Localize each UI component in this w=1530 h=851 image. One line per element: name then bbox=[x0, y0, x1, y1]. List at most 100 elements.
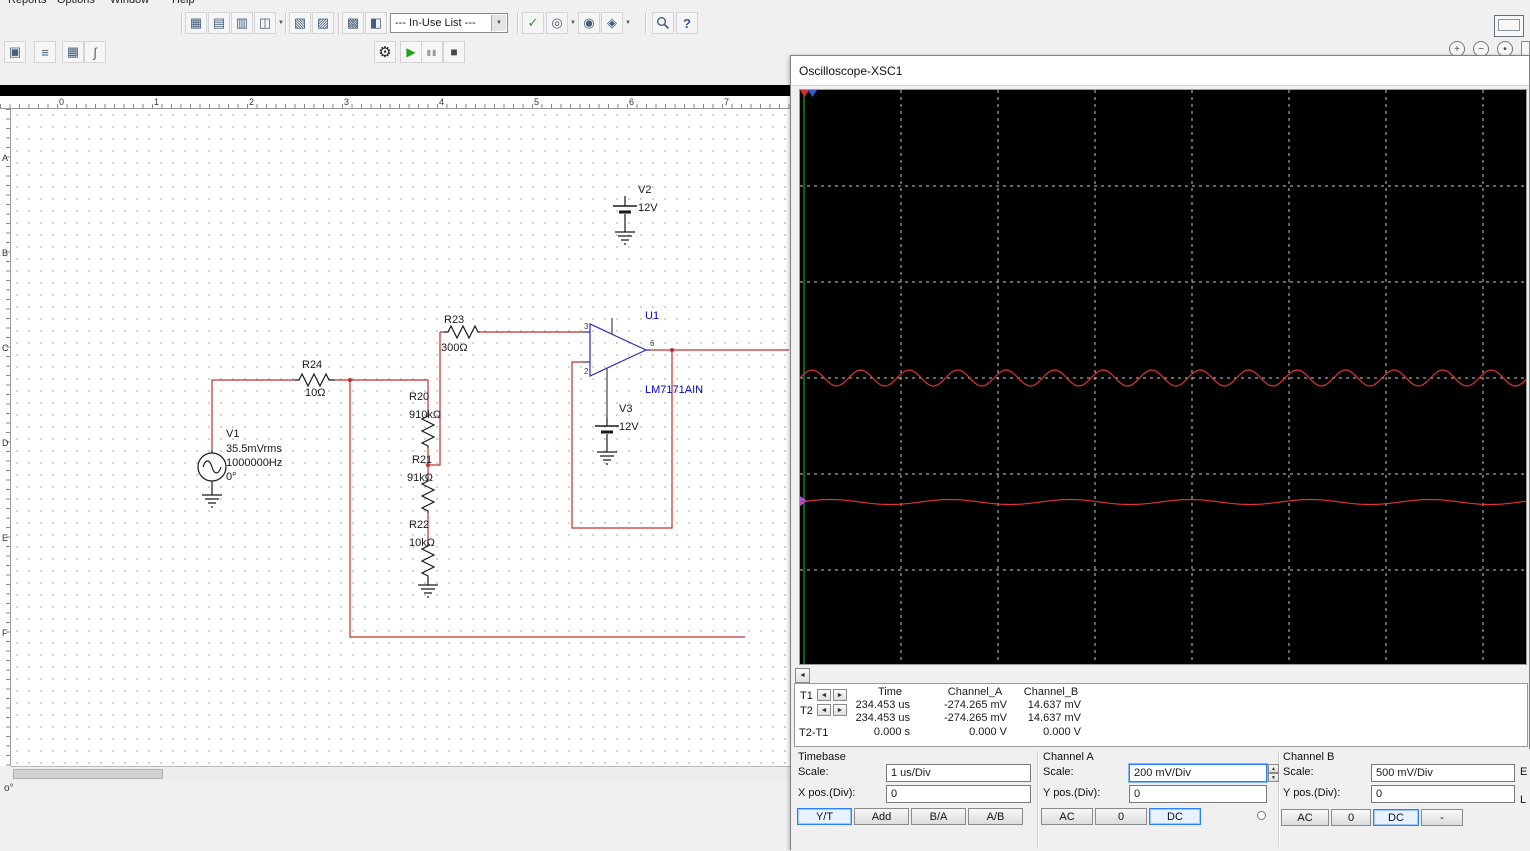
component-value[interactable]: 910kΩ bbox=[409, 409, 441, 421]
component-value[interactable]: LM7171AIN bbox=[645, 384, 703, 396]
probe-dropdown-icon[interactable]: ▼ bbox=[570, 20, 576, 26]
resistor-symbol-r23[interactable] bbox=[444, 324, 480, 340]
probe-settings-icon[interactable]: ✓ bbox=[522, 12, 544, 34]
channel-b-minus-button[interactable]: - bbox=[1421, 809, 1463, 826]
spreadsheet-view-icon[interactable]: ▥ bbox=[231, 12, 253, 34]
channel-a-ypos-input[interactable]: 0 bbox=[1129, 785, 1267, 803]
menu-reports[interactable]: Reports bbox=[8, 0, 47, 6]
run-simulation-button[interactable]: ▶ bbox=[400, 41, 422, 63]
t2-left-button[interactable]: ◄ bbox=[817, 704, 831, 716]
component-label[interactable]: U1 bbox=[645, 310, 659, 322]
component-wizard-icon[interactable]: ▦ bbox=[185, 12, 207, 34]
component-value[interactable]: 0° bbox=[226, 471, 237, 483]
power-probe-icon[interactable]: ◈ bbox=[601, 12, 623, 34]
oscilloscope-window[interactable]: Oscilloscope-XSC1 ◄ T1 ◄ ► T2 ◄ ► T2-T1 … bbox=[790, 55, 1530, 851]
component-label[interactable]: R23 bbox=[444, 314, 464, 326]
opamp-triangle[interactable] bbox=[589, 323, 648, 377]
component-label[interactable]: V3 bbox=[619, 403, 632, 415]
channel-b-ypos-input[interactable]: 0 bbox=[1371, 785, 1515, 803]
in-use-list-combo[interactable]: --- In-Use List --- ▼ bbox=[390, 13, 508, 33]
menu-help[interactable]: Help bbox=[172, 0, 195, 6]
menu-window[interactable]: Window bbox=[110, 0, 149, 6]
voltage-probe-icon[interactable]: ◎ bbox=[546, 12, 568, 34]
combo-dropdown-icon[interactable]: ▼ bbox=[491, 15, 506, 31]
channel-a-ac-button[interactable]: AC bbox=[1041, 808, 1093, 825]
component-value[interactable]: 91kΩ bbox=[407, 472, 433, 484]
database-manager-icon[interactable]: ▤ bbox=[208, 12, 230, 34]
component-label[interactable]: V1 bbox=[226, 428, 239, 440]
timebase-xpos-input[interactable]: 0 bbox=[886, 785, 1031, 803]
component-value[interactable]: 300Ω bbox=[441, 342, 468, 354]
dc-source-v3[interactable] bbox=[595, 418, 619, 465]
table-icon: ▤ bbox=[212, 15, 226, 30]
timebase-ab-button[interactable]: A/B bbox=[968, 808, 1023, 825]
instrument-icon[interactable] bbox=[1494, 15, 1524, 37]
help-icon[interactable]: ? bbox=[676, 12, 698, 34]
trigger-edge-radio[interactable] bbox=[1257, 811, 1266, 820]
component-label[interactable]: V2 bbox=[638, 184, 651, 196]
toolbar-separator bbox=[517, 12, 518, 34]
component-label[interactable]: R22 bbox=[409, 519, 429, 531]
new-chip-icon[interactable]: ▣ bbox=[4, 41, 26, 63]
stop-simulation-button[interactable]: ■ bbox=[443, 41, 465, 63]
spinner-up-icon[interactable]: ▲ bbox=[1268, 764, 1279, 773]
ground-symbol[interactable] bbox=[597, 451, 617, 465]
ground-symbol[interactable] bbox=[615, 231, 635, 245]
timebase-scale-input[interactable]: 1 us/Div bbox=[886, 764, 1031, 782]
analyses-icon[interactable]: ∫ bbox=[84, 41, 106, 63]
canvas-hscrollbar[interactable] bbox=[11, 766, 790, 781]
probe-dropdown-icon[interactable]: ▼ bbox=[625, 20, 631, 26]
scrollbar-thumb[interactable] bbox=[13, 769, 163, 779]
pause-simulation-button[interactable]: ▮▮ bbox=[421, 41, 443, 63]
postprocessor-icon[interactable]: ▧ bbox=[289, 12, 311, 34]
cursor-t1-label: T1 bbox=[800, 690, 813, 702]
component-label[interactable]: R20 bbox=[409, 391, 429, 403]
channel-a-dc-button[interactable]: DC bbox=[1149, 808, 1201, 825]
cursor-t2-handle[interactable] bbox=[808, 90, 817, 97]
channel-b-dc-button[interactable]: DC bbox=[1373, 809, 1419, 826]
dc-source-v2[interactable] bbox=[613, 196, 637, 245]
component-value[interactable]: 1000000Hz bbox=[226, 457, 282, 469]
component-value[interactable]: 10Ω bbox=[305, 387, 325, 399]
component-value[interactable]: 12V bbox=[638, 202, 658, 214]
channel-a-zero-button[interactable]: 0 bbox=[1095, 808, 1147, 825]
scope-scroll-left-button[interactable]: ◄ bbox=[795, 668, 810, 683]
wire[interactable] bbox=[211, 379, 295, 450]
wire[interactable] bbox=[571, 350, 673, 529]
ground-symbol[interactable] bbox=[418, 578, 438, 598]
current-probe-icon[interactable]: ◉ bbox=[578, 12, 600, 34]
find-icon[interactable] bbox=[652, 12, 674, 34]
electrical-rules-check-icon[interactable]: ▨ bbox=[312, 12, 334, 34]
opamp-u1[interactable] bbox=[583, 318, 650, 418]
breadboard-icon[interactable]: ▦ bbox=[62, 41, 84, 63]
schematic-canvas[interactable]: V1 35.5mVrms 1000000Hz 0° R24 10Ω R23 30… bbox=[11, 109, 790, 766]
component-value[interactable]: 12V bbox=[619, 421, 639, 433]
resistor-symbol-r24[interactable] bbox=[295, 372, 335, 388]
t1-left-button[interactable]: ◄ bbox=[817, 689, 831, 701]
channel-a-scale-spinner[interactable]: ▲ ▼ bbox=[1268, 764, 1279, 782]
transfer-ultiboard-icon[interactable]: ◧ bbox=[365, 12, 387, 34]
menu-options[interactable]: Options bbox=[57, 0, 95, 6]
channel-a-scale-input[interactable]: 200 mV/Div bbox=[1129, 764, 1267, 782]
timebase-add-button[interactable]: Add bbox=[854, 808, 909, 825]
ac-source-v1[interactable] bbox=[197, 450, 227, 508]
timebase-ba-button[interactable]: B/A bbox=[911, 808, 966, 825]
grapher-icon[interactable]: ◫ bbox=[254, 12, 276, 34]
scope-titlebar[interactable]: Oscilloscope-XSC1 bbox=[791, 56, 1529, 86]
component-label[interactable]: R21 bbox=[412, 454, 432, 466]
component-label[interactable]: R24 bbox=[302, 359, 322, 371]
component-value[interactable]: 10kΩ bbox=[409, 537, 435, 549]
ground-symbol[interactable] bbox=[202, 494, 222, 508]
wires[interactable] bbox=[211, 331, 789, 638]
spinner-down-icon[interactable]: ▼ bbox=[1268, 773, 1279, 782]
channel-b-zero-button[interactable]: 0 bbox=[1331, 809, 1371, 826]
grapher-dropdown-icon[interactable]: ▼ bbox=[278, 20, 284, 26]
component-value[interactable]: 35.5mVrms bbox=[226, 443, 282, 455]
timebase-yt-button[interactable]: Y/T bbox=[797, 808, 852, 825]
capture-screen-icon[interactable]: ▩ bbox=[342, 12, 364, 34]
channel-b-scale-input[interactable]: 500 mV/Div bbox=[1371, 764, 1515, 782]
description-box-icon[interactable]: ≡ bbox=[34, 41, 56, 63]
interactive-settings-icon[interactable]: ⚙ bbox=[374, 41, 396, 63]
channel-b-ac-button[interactable]: AC bbox=[1281, 809, 1329, 826]
cursor-t1-handle[interactable] bbox=[800, 90, 809, 97]
